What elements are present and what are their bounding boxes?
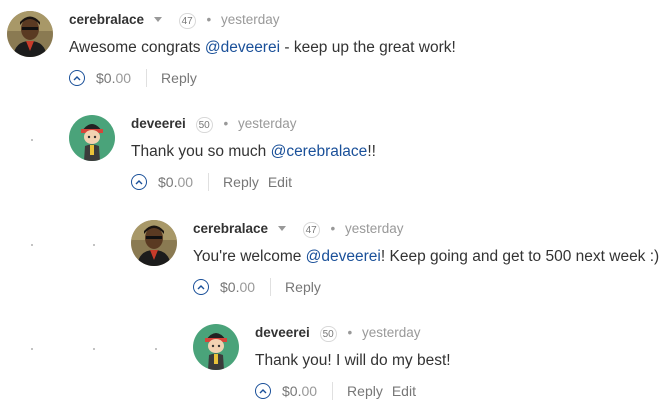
comment-text-post: ! Keep going and get to 500 next week :) xyxy=(380,248,660,265)
divider xyxy=(208,173,210,191)
reply-button[interactable]: Reply xyxy=(161,70,197,86)
payout-value[interactable]: $0.00 xyxy=(96,70,131,86)
comment-text-pre: Thank you so much xyxy=(131,143,271,160)
comment-text-pre: Awesome congrats xyxy=(69,39,205,56)
payout-value[interactable]: $0.00 xyxy=(158,174,193,190)
timestamp[interactable]: yesterday xyxy=(345,221,404,236)
caret-down-icon[interactable] xyxy=(277,226,286,231)
edit-button[interactable]: Edit xyxy=(392,383,416,399)
avatar[interactable] xyxy=(131,220,177,266)
payout-value[interactable]: $0.00 xyxy=(282,383,317,399)
divider xyxy=(270,278,272,296)
thread-dot xyxy=(93,348,95,350)
reputation-badge: 47 xyxy=(302,222,320,238)
thread-dot xyxy=(31,244,33,246)
reputation-badge: 50 xyxy=(319,326,337,342)
comment-text-pre: You're welcome xyxy=(193,248,306,265)
user-mention[interactable]: @deveerei xyxy=(306,248,381,265)
reputation-badge: 47 xyxy=(178,13,196,29)
author-name[interactable]: deveerei xyxy=(255,325,310,340)
comment-footer: $0.00 Reply Edit xyxy=(255,380,667,402)
user-mention[interactable]: @deveerei xyxy=(205,39,280,56)
comment-footer: $0.00 Reply xyxy=(193,276,667,298)
timestamp[interactable]: yesterday xyxy=(238,116,297,131)
reply-button[interactable]: Reply xyxy=(223,174,259,190)
upvote-chevron-icon[interactable] xyxy=(69,70,85,86)
reply-button[interactable]: Reply xyxy=(347,383,383,399)
avatar[interactable] xyxy=(7,11,53,57)
author-name[interactable]: deveerei xyxy=(131,116,186,131)
edit-button[interactable]: Edit xyxy=(268,174,292,190)
caret-down-icon[interactable] xyxy=(153,17,162,22)
separator-dot: • xyxy=(347,325,353,340)
upvote-chevron-icon[interactable] xyxy=(255,383,271,399)
comment-text: You're welcome @deveerei! Keep going and… xyxy=(193,246,667,268)
comment-text: Thank you! I will do my best! xyxy=(255,352,451,369)
timestamp[interactable]: yesterday xyxy=(221,12,280,27)
separator-dot: • xyxy=(223,116,229,131)
author-name[interactable]: cerebralace xyxy=(193,221,268,236)
separator-dot: • xyxy=(206,12,212,27)
reputation-badge: 50 xyxy=(195,117,213,133)
divider xyxy=(332,382,334,400)
thread-dot xyxy=(31,139,33,141)
thread-dot xyxy=(31,348,33,350)
upvote-chevron-icon[interactable] xyxy=(131,174,147,190)
payout-value[interactable]: $0.00 xyxy=(220,279,255,295)
comment-text-post: - keep up the great work! xyxy=(280,39,456,56)
user-mention[interactable]: @cerebralace xyxy=(271,143,368,160)
avatar[interactable] xyxy=(69,115,115,161)
thread-dot xyxy=(155,348,157,350)
comment-footer: $0.00 Reply xyxy=(69,67,629,89)
avatar[interactable] xyxy=(193,324,239,370)
divider xyxy=(146,69,148,87)
comment-text: Thank you so much @cerebralace!! xyxy=(131,141,667,163)
reply-button[interactable]: Reply xyxy=(285,279,321,295)
upvote-chevron-icon[interactable] xyxy=(193,279,209,295)
comment-text: Awesome congrats @deveerei - keep up the… xyxy=(69,37,629,59)
separator-dot: • xyxy=(330,221,336,236)
timestamp[interactable]: yesterday xyxy=(362,325,421,340)
thread-dot xyxy=(93,244,95,246)
comment-footer: $0.00 Reply Edit xyxy=(131,171,667,193)
comment-text-post: !! xyxy=(367,143,376,160)
author-name[interactable]: cerebralace xyxy=(69,12,144,27)
